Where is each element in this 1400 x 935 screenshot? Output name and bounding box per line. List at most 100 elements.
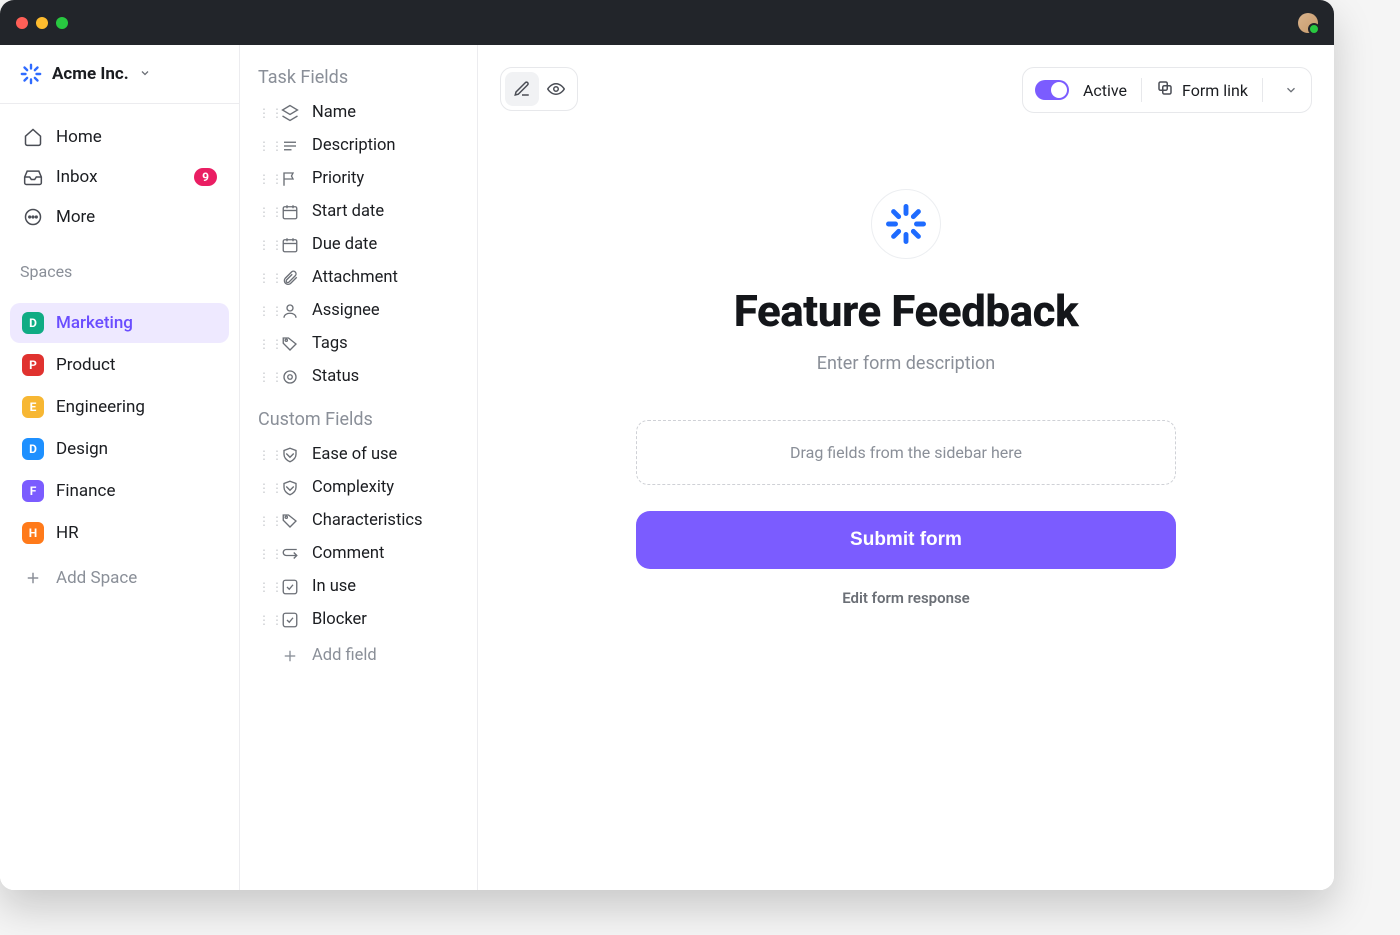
field-label: Ease of use [312,445,397,464]
custom-field-complexity[interactable]: ⋮⋮ Complexity [248,471,469,504]
avatar[interactable] [1298,13,1318,33]
field-label: Status [312,367,359,386]
add-field-button[interactable]: Add field [248,636,469,675]
edit-mode-button[interactable] [505,72,539,106]
drag-handle-icon[interactable]: ⋮⋮ [258,613,268,627]
spaces-list: DMarketing P Product EEngineering D Design FFi… [0,289,239,559]
field-label: Characteristics [312,511,423,530]
edit-response-link[interactable]: Edit form response [842,589,970,607]
workspace-switcher[interactable]: Acme Inc. [0,45,239,104]
tag-icon [280,512,300,530]
drag-handle-icon[interactable]: ⋮⋮ [258,337,268,351]
drag-handle-icon[interactable]: ⋮⋮ [258,106,268,120]
target-icon [280,368,300,386]
task-fields-heading: Task Fields [248,63,469,96]
space-label: Marketing [56,313,133,333]
sidebar: Acme Inc. Home Inbox 9 [0,45,240,890]
nav-more[interactable]: More [10,198,229,236]
custom-field-characteristics[interactable]: ⋮⋮ Characteristics [248,504,469,537]
space-item-engineering[interactable]: EEngineering [10,387,229,427]
custom-field-ease-of-use[interactable]: ⋮⋮ Ease of use [248,438,469,471]
user-icon [280,302,300,320]
form-brand-icon[interactable] [871,189,941,259]
drag-handle-icon[interactable]: ⋮⋮ [258,205,268,219]
field-label: Complexity [312,478,394,497]
nav-home[interactable]: Home [10,118,229,156]
space-icon: D [22,438,44,460]
add-space-label: Add Space [56,568,137,588]
form-description-placeholder[interactable]: Enter form description [817,353,996,374]
task-field-assignee[interactable]: ⋮⋮Assignee [248,294,469,327]
space-item-marketing[interactable]: DMarketing [10,303,229,343]
custom-field-comment[interactable]: ⋮⋮Comment [248,537,469,570]
clip-icon [280,269,300,287]
field-label: Blocker [312,610,367,629]
active-toggle-label: Active [1083,81,1127,100]
form-title[interactable]: Feature Feedback [734,285,1079,337]
inbox-icon [22,167,44,187]
field-label: Description [312,136,396,155]
field-label: In use [312,577,356,596]
field-label: Tags [312,334,348,353]
active-toggle[interactable] [1035,80,1069,100]
mode-toolbar [500,67,578,111]
space-label: Product [56,355,115,375]
form-dropzone[interactable]: Drag fields from the sidebar here [636,420,1176,485]
task-field-status[interactable]: ⋮⋮ Status [248,360,469,393]
space-item-product[interactable]: P Product [10,345,229,385]
add-space-button[interactable]: Add Space [10,559,229,597]
copy-icon [1156,79,1174,101]
nav-inbox[interactable]: Inbox 9 [10,158,229,196]
form-link-button[interactable]: Form link [1156,79,1248,101]
drag-handle-icon[interactable]: ⋮⋮ [258,580,268,594]
task-field-due-date[interactable]: ⋮⋮Due date [248,228,469,261]
task-field-name[interactable]: ⋮⋮Name [248,96,469,129]
drag-handle-icon[interactable]: ⋮⋮ [258,304,268,318]
space-label: Finance [56,481,115,501]
shield-icon [280,479,300,497]
space-item-design[interactable]: D Design [10,429,229,469]
drag-handle-icon[interactable]: ⋮⋮ [258,514,268,528]
separator [1262,78,1263,102]
window-close-button[interactable] [16,17,28,29]
space-label: HR [56,523,79,543]
task-field-tags[interactable]: ⋮⋮ Tags [248,327,469,360]
space-label: Design [56,439,108,459]
space-icon: P [22,354,44,376]
space-icon: E [22,396,44,418]
home-icon [22,127,44,147]
task-field-priority[interactable]: ⋮⋮Priority [248,162,469,195]
plus-icon [280,647,300,665]
custom-field-in-use[interactable]: ⋮⋮ In use [248,570,469,603]
layers-icon [280,104,300,122]
drag-handle-icon[interactable]: ⋮⋮ [258,139,268,153]
submit-button[interactable]: Submit form [636,511,1176,569]
window-zoom-button[interactable] [56,17,68,29]
form-link-label: Form link [1182,81,1248,100]
task-field-start-date[interactable]: ⋮⋮Start date [248,195,469,228]
shield-icon [280,446,300,464]
check-icon [280,578,300,596]
form-status-toolbar: Active Form link [1022,67,1312,113]
tag-icon [280,335,300,353]
form-preview: Feature Feedback Enter form description … [626,189,1186,607]
task-field-attachment[interactable]: ⋮⋮Attachment [248,261,469,294]
custom-field-blocker[interactable]: ⋮⋮ Blocker [248,603,469,636]
drag-handle-icon[interactable]: ⋮⋮ [258,481,268,495]
comment-icon [280,545,300,563]
nav-home-label: Home [56,127,102,147]
drag-handle-icon[interactable]: ⋮⋮ [258,448,268,462]
drag-handle-icon[interactable]: ⋮⋮ [258,547,268,561]
task-field-description[interactable]: ⋮⋮ Description [248,129,469,162]
space-item-hr[interactable]: HHR [10,513,229,553]
drag-handle-icon[interactable]: ⋮⋮ [258,370,268,384]
window-minimize-button[interactable] [36,17,48,29]
drag-handle-icon[interactable]: ⋮⋮ [258,271,268,285]
drag-handle-icon[interactable]: ⋮⋮ [258,172,268,186]
drag-handle-icon[interactable]: ⋮⋮ [258,238,268,252]
workspace-name: Acme Inc. [52,64,129,84]
space-item-finance[interactable]: FFinance [10,471,229,511]
preview-mode-button[interactable] [539,72,573,106]
flag-icon [280,170,300,188]
form-link-dropdown[interactable] [1277,83,1305,97]
